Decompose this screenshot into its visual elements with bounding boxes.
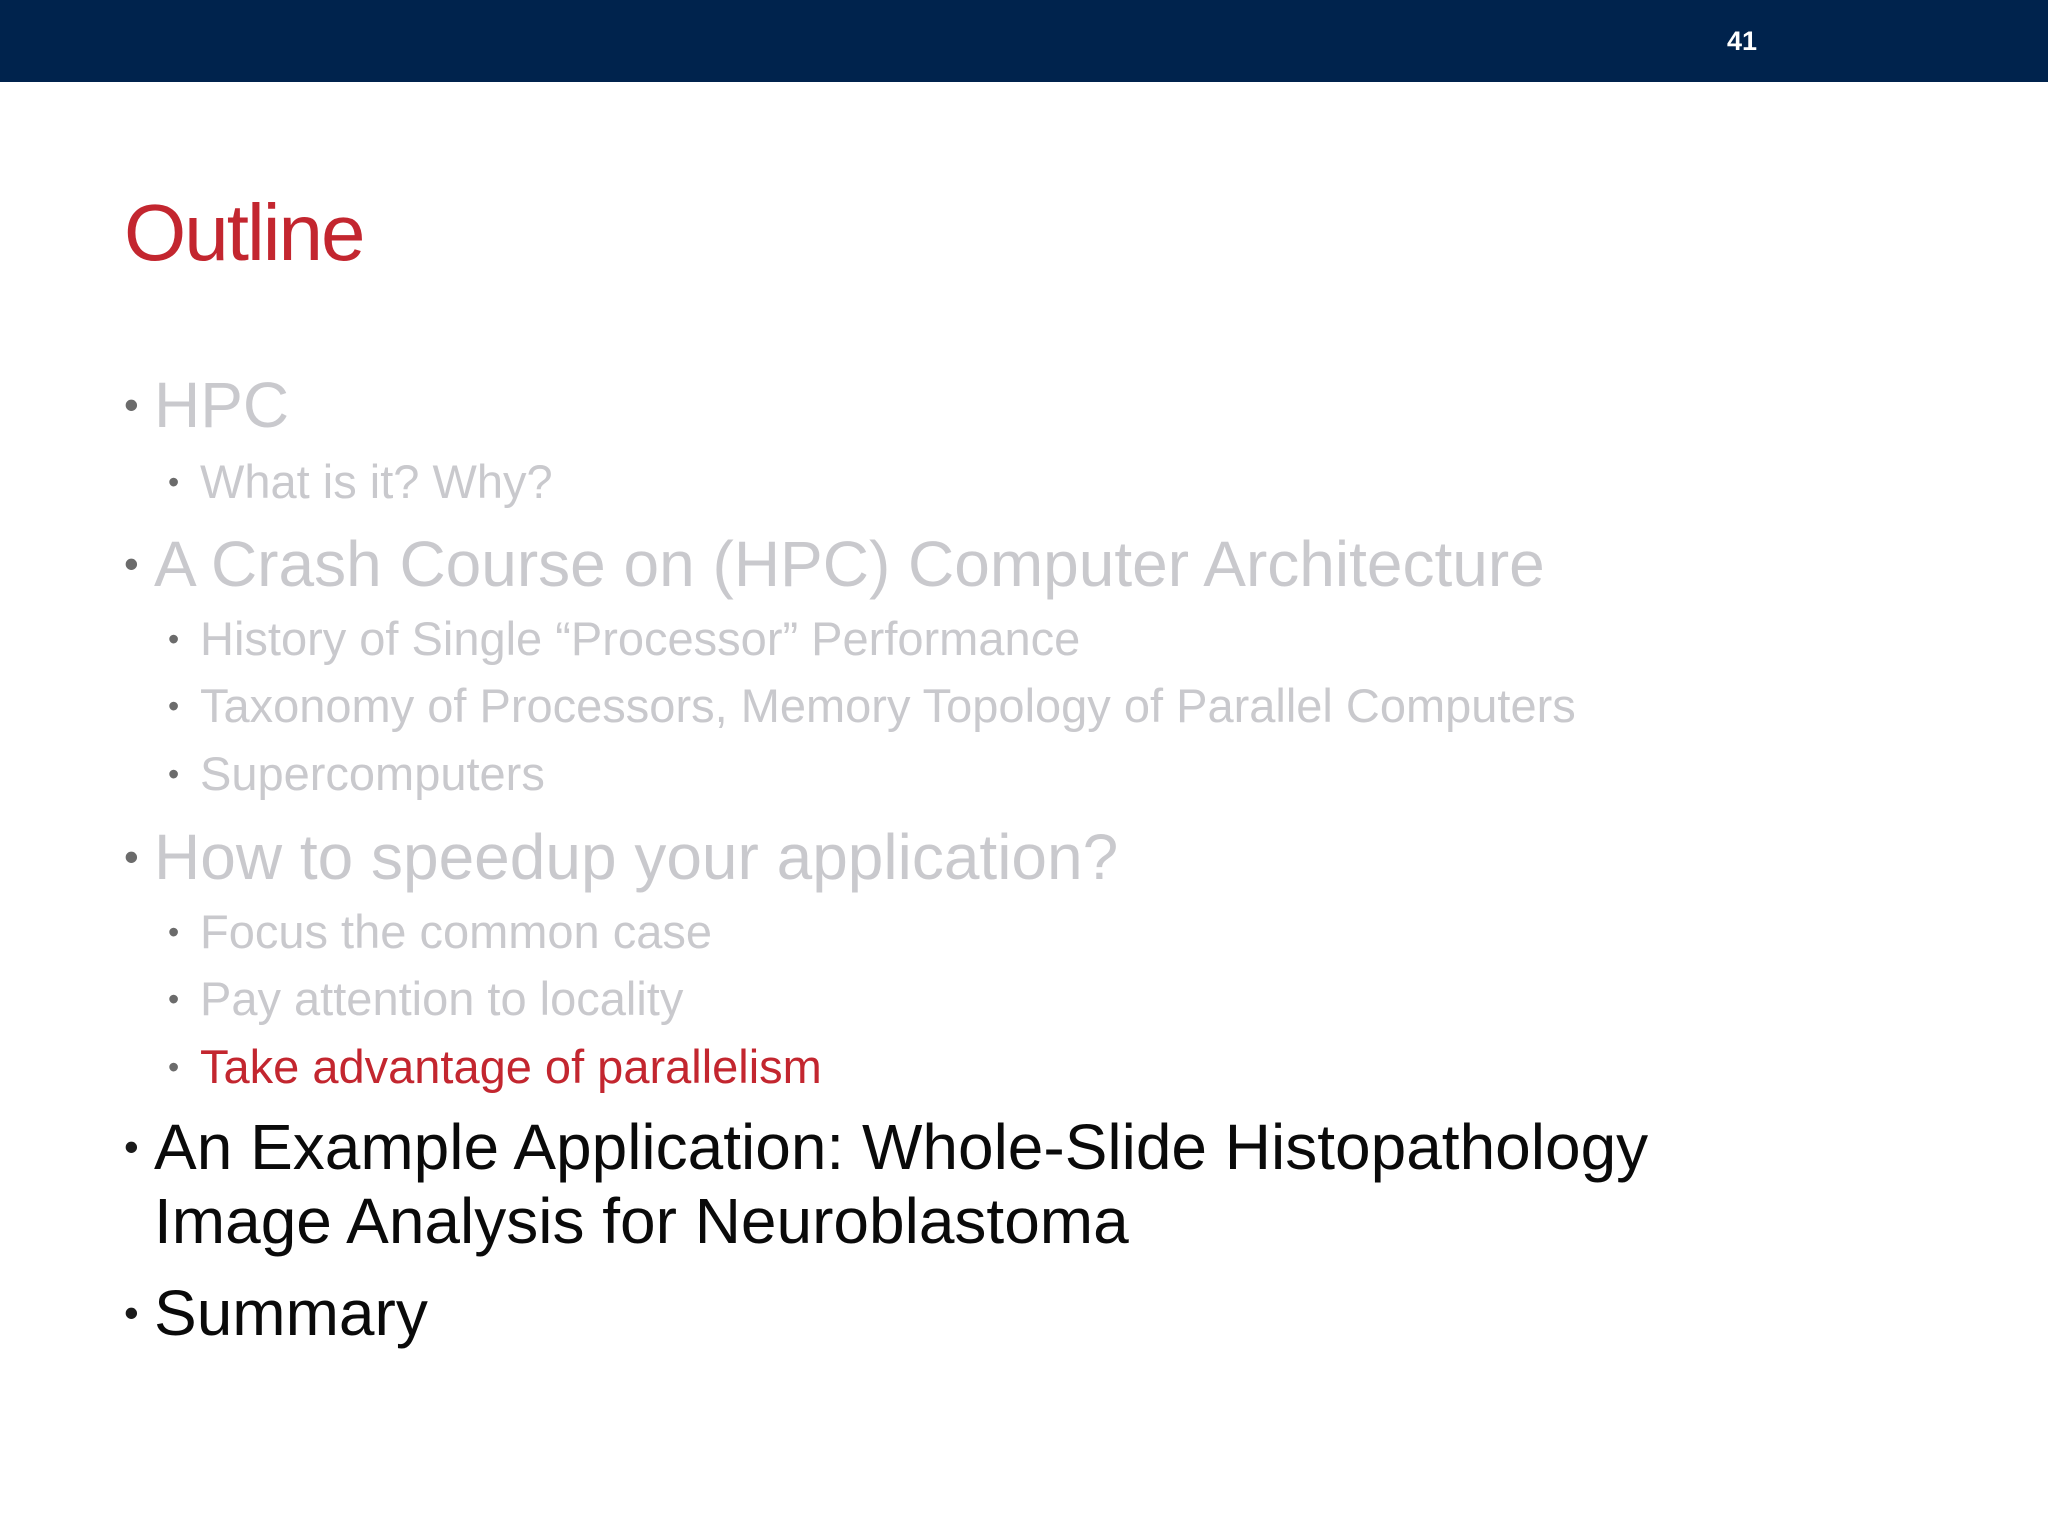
bullet-icon: • (124, 540, 139, 587)
outline-subitem-common-case: • Focus the common case (168, 904, 712, 960)
bullet-icon: • (168, 981, 180, 1017)
bullet-icon: • (124, 833, 139, 880)
bullet-icon: • (168, 464, 180, 500)
outline-subitem-history: • History of Single “Processor” Performa… (168, 611, 1080, 667)
outline-subitem-text: Focus the common case (200, 905, 712, 958)
outline-subitem-locality: • Pay attention to locality (168, 971, 683, 1027)
bullet-icon: • (168, 688, 180, 724)
bullet-icon: • (124, 1289, 139, 1336)
outline-subitem-parallelism: • Take advantage of parallelism (168, 1039, 822, 1095)
outline-item-text: A Crash Course on (HPC) Computer Archite… (154, 528, 1545, 600)
outline-item-example-application: • An Example Application: Whole-Slide Hi… (124, 1110, 1814, 1258)
outline-subitem-what-is-it: • What is it? Why? (168, 454, 553, 510)
outline-subitem-text: History of Single “Processor” Performanc… (200, 612, 1081, 665)
slide: 41 Outline • HPC • What is it? Why? • A … (0, 0, 2048, 1536)
bullet-icon: • (168, 756, 180, 792)
outline-item-text: How to speedup your application? (154, 821, 1119, 893)
outline-item-speedup: • How to speedup your application? (124, 820, 1118, 894)
bullet-icon: • (168, 1049, 180, 1085)
outline-subitem-text: What is it? Why? (200, 455, 553, 508)
bullet-icon: • (168, 621, 180, 657)
outline-subitem-taxonomy: • Taxonomy of Processors, Memory Topolog… (168, 678, 1576, 734)
outline-item-crash-course: • A Crash Course on (HPC) Computer Archi… (124, 527, 1545, 601)
outline-subitem-text: Pay attention to locality (200, 972, 684, 1025)
outline-item-text: Summary (154, 1277, 428, 1349)
bullet-icon: • (168, 914, 180, 950)
bullet-icon: • (124, 381, 139, 428)
outline-list: • HPC • What is it? Why? • A Crash Cours… (0, 0, 2048, 1536)
outline-item-hpc: • HPC (124, 368, 289, 442)
outline-item-text: An Example Application: Whole-Slide Hist… (154, 1111, 1649, 1257)
outline-item-text: HPC (154, 369, 290, 441)
outline-subitem-supercomputers: • Supercomputers (168, 746, 545, 802)
outline-subitem-text: Take advantage of parallelism (200, 1040, 822, 1093)
outline-subitem-text: Supercomputers (200, 747, 545, 800)
outline-item-summary: • Summary (124, 1276, 428, 1350)
outline-subitem-text: Taxonomy of Processors, Memory Topology … (200, 679, 1576, 732)
bullet-icon: • (124, 1123, 139, 1170)
